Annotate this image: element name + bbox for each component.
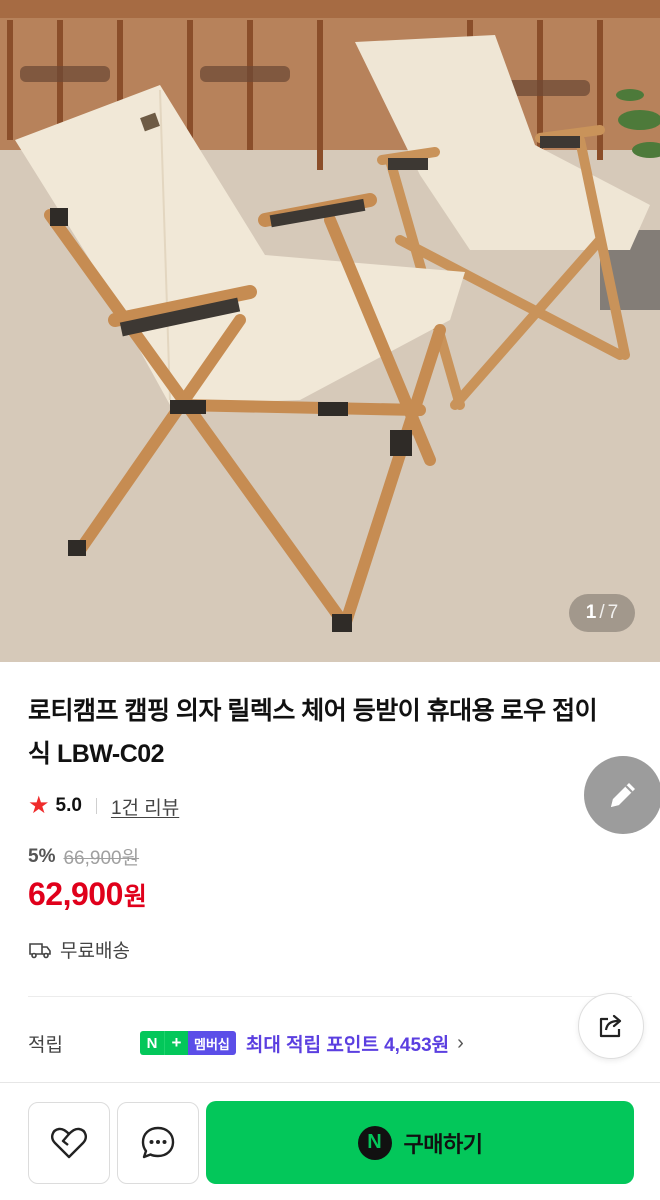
review-count-link[interactable]: 1건 리뷰 [111, 793, 179, 820]
image-counter-separator: / [599, 602, 605, 623]
pencil-icon [611, 783, 635, 807]
buy-button[interactable]: N 구매하기 [206, 1101, 634, 1184]
edit-button[interactable] [584, 756, 660, 834]
price-original-row: 5% 66,900원 [28, 843, 139, 870]
sale-price: 62,900원 [28, 876, 147, 913]
image-counter: 1 / 7 [569, 594, 635, 632]
chat-button[interactable] [117, 1102, 199, 1184]
naver-plus-membership-badge: N + 멤버십 [140, 1031, 236, 1055]
heart-icon [51, 1127, 87, 1159]
share-icon [599, 1014, 622, 1038]
rating-divider [95, 798, 97, 814]
star-icon: ★ [28, 792, 50, 819]
shipping-info: 무료배송 [28, 936, 130, 963]
section-divider [28, 996, 632, 997]
sale-price-value: 62,900 [28, 876, 123, 912]
share-button[interactable] [578, 993, 644, 1059]
bottom-bar-divider [0, 1082, 660, 1083]
truck-icon [29, 942, 51, 958]
points-label: 적립 [28, 1034, 63, 1056]
max-points-text: 최대 적립 포인트 4,453원 [245, 1034, 450, 1056]
chevron-right-icon: › [457, 1031, 464, 1054]
naver-pay-logo: N [357, 1125, 392, 1160]
product-title: 로티캠프 캠핑 의자 릴렉스 체어 등받이 휴대용 로우 접이식 LBW-C02 [28, 697, 598, 768]
discount-rate: 5% [28, 845, 56, 867]
image-counter-current: 1 [585, 602, 597, 623]
image-counter-total: 7 [607, 602, 619, 623]
naver-n-logo: N [140, 1031, 164, 1055]
membership-label: 멤버십 [188, 1031, 236, 1055]
rating-row: ★ 5.0 1건 리뷰 [28, 790, 179, 822]
product-photo [0, 0, 660, 662]
original-price: 66,900원 [63, 848, 140, 869]
rating-score: 5.0 [55, 795, 82, 816]
points-row[interactable]: 적립 N + 멤버십 최대 적립 포인트 4,453원 › [28, 1026, 548, 1060]
plus-icon: + [164, 1031, 188, 1055]
like-button[interactable] [28, 1102, 110, 1184]
shipping-text: 무료배송 [60, 941, 130, 962]
chat-bubble-icon [141, 1126, 175, 1159]
buy-button-label: 구매하기 [403, 1131, 483, 1157]
product-image-gallery[interactable]: 1 / 7 [0, 0, 660, 662]
sale-price-unit: 원 [123, 883, 147, 911]
